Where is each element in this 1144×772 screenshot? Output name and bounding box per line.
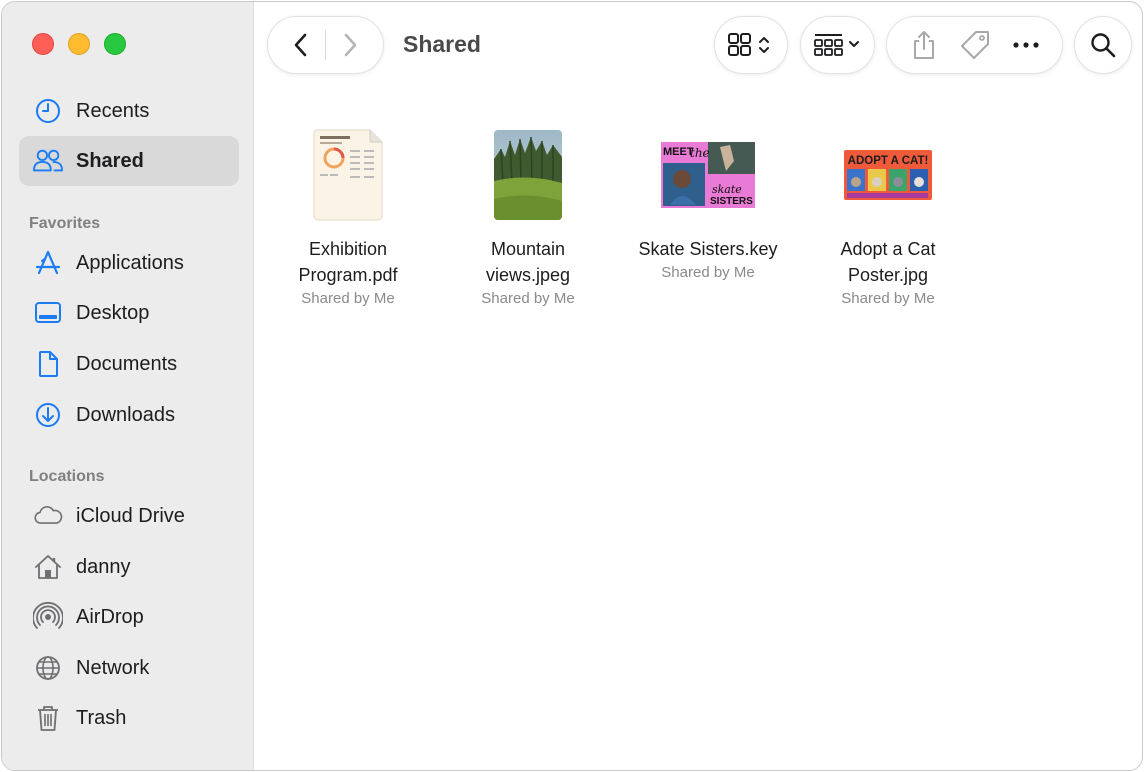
globe-icon (31, 651, 65, 685)
sidebar-item-label: Desktop (76, 301, 150, 324)
clock-icon (31, 94, 65, 128)
finder-window: Recents Shared Favorites Applications De… (1, 1, 1143, 771)
sidebar-item-label: Network (76, 656, 150, 679)
file-status: Shared by Me (481, 290, 575, 307)
tag-button[interactable] (959, 29, 991, 61)
home-icon (31, 550, 65, 584)
sidebar-item-label: Trash (76, 706, 127, 729)
trash-icon (31, 701, 65, 735)
file-name: Poster.jpg (847, 265, 929, 285)
sidebar-item-downloads[interactable]: Downloads (19, 390, 239, 440)
window-controls (32, 33, 126, 55)
file-name: Mountain (490, 239, 566, 259)
sidebar-item-label: Applications (76, 251, 184, 274)
desktop-icon (31, 296, 65, 330)
tag-icon (960, 31, 989, 59)
sidebar-item-documents[interactable]: Documents (19, 339, 239, 389)
file-name: Program.pdf (298, 265, 398, 285)
sidebar-item-applications[interactable]: Applications (19, 238, 239, 288)
back-button[interactable] (291, 32, 311, 58)
sidebar-item-desktop[interactable]: Desktop (19, 288, 239, 338)
file-item-mountain-views[interactable]: Mountain views.jpeg Shared by Me (438, 122, 618, 310)
file-item-adopt-a-cat[interactable]: ADOPT A CAT! Adopt a Cat Poster.jpg Shar… (798, 122, 978, 310)
close-window-button[interactable] (32, 33, 54, 55)
search-icon (1091, 33, 1116, 58)
sidebar-item-airdrop[interactable]: AirDrop (19, 592, 239, 642)
sidebar-item-icloud-drive[interactable]: iCloud Drive (19, 491, 239, 541)
sidebar-item-label: Recents (76, 99, 150, 122)
people-icon (31, 144, 65, 178)
nav-divider (325, 30, 326, 60)
file-name: Skate Sisters.key (638, 239, 778, 259)
file-status: Shared by Me (301, 290, 395, 307)
file-item-exhibition-program[interactable]: Exhibition Program.pdf Shared by Me (258, 122, 438, 310)
locations-header: Locations (29, 468, 105, 485)
favorites-header: Favorites (29, 215, 101, 232)
sidebar: Recents Shared Favorites Applications De… (2, 2, 254, 770)
navigation-buttons (267, 16, 384, 74)
sidebar-item-network[interactable]: Network (19, 643, 239, 693)
file-name: views.jpeg (485, 265, 571, 285)
download-icon (31, 398, 65, 432)
grid-view-icon (728, 33, 769, 56)
thumb-text: skate (712, 183, 742, 196)
view-mode-button[interactable] (714, 16, 788, 74)
sidebar-item-recents[interactable]: Recents (19, 86, 239, 136)
document-icon (31, 347, 65, 381)
sidebar-item-label: Documents (76, 352, 178, 375)
sidebar-item-label: Downloads (76, 403, 175, 426)
photo-thumbnail (438, 122, 618, 228)
thumb-text: ADOPT A CAT! (848, 155, 929, 167)
cloud-icon (31, 499, 65, 533)
thumb-text: the (690, 146, 710, 160)
applications-icon (31, 246, 65, 280)
share-button[interactable] (910, 29, 938, 61)
file-item-skate-sisters[interactable]: MEET the skate SISTERS Skate Sisters.key… (618, 122, 798, 284)
chevron-left-icon (294, 33, 307, 57)
sidebar-item-label: danny (76, 555, 131, 578)
group-icon (813, 34, 859, 56)
file-name: Exhibition (308, 239, 388, 259)
file-name: Adopt a Cat (840, 239, 936, 259)
file-status: Shared by Me (661, 264, 755, 281)
pdf-thumbnail (258, 122, 438, 228)
more-actions-button[interactable] (1012, 40, 1040, 50)
ellipsis-icon (1012, 42, 1039, 48)
sidebar-item-label: iCloud Drive (76, 504, 185, 527)
file-status: Shared by Me (841, 290, 935, 307)
airdrop-icon (31, 600, 65, 634)
group-by-button[interactable] (800, 16, 875, 74)
search-button[interactable] (1074, 16, 1132, 74)
sidebar-item-trash[interactable]: Trash (19, 693, 239, 743)
page-title: Shared (403, 31, 481, 57)
sidebar-item-label: AirDrop (76, 605, 144, 628)
share-icon (913, 31, 934, 59)
zoom-window-button[interactable] (104, 33, 126, 55)
sidebar-item-shared[interactable]: Shared (19, 136, 239, 186)
chevron-right-icon (344, 33, 357, 57)
poster-thumbnail: ADOPT A CAT! (798, 122, 978, 228)
actions-group (886, 16, 1063, 74)
sidebar-item-label: Shared (76, 149, 144, 172)
thumb-text: SISTERS (710, 196, 753, 207)
forward-button[interactable] (340, 32, 360, 58)
sidebar-item-home[interactable]: danny (19, 542, 239, 592)
minimize-window-button[interactable] (68, 33, 90, 55)
keynote-thumbnail: MEET the skate SISTERS (618, 122, 798, 228)
